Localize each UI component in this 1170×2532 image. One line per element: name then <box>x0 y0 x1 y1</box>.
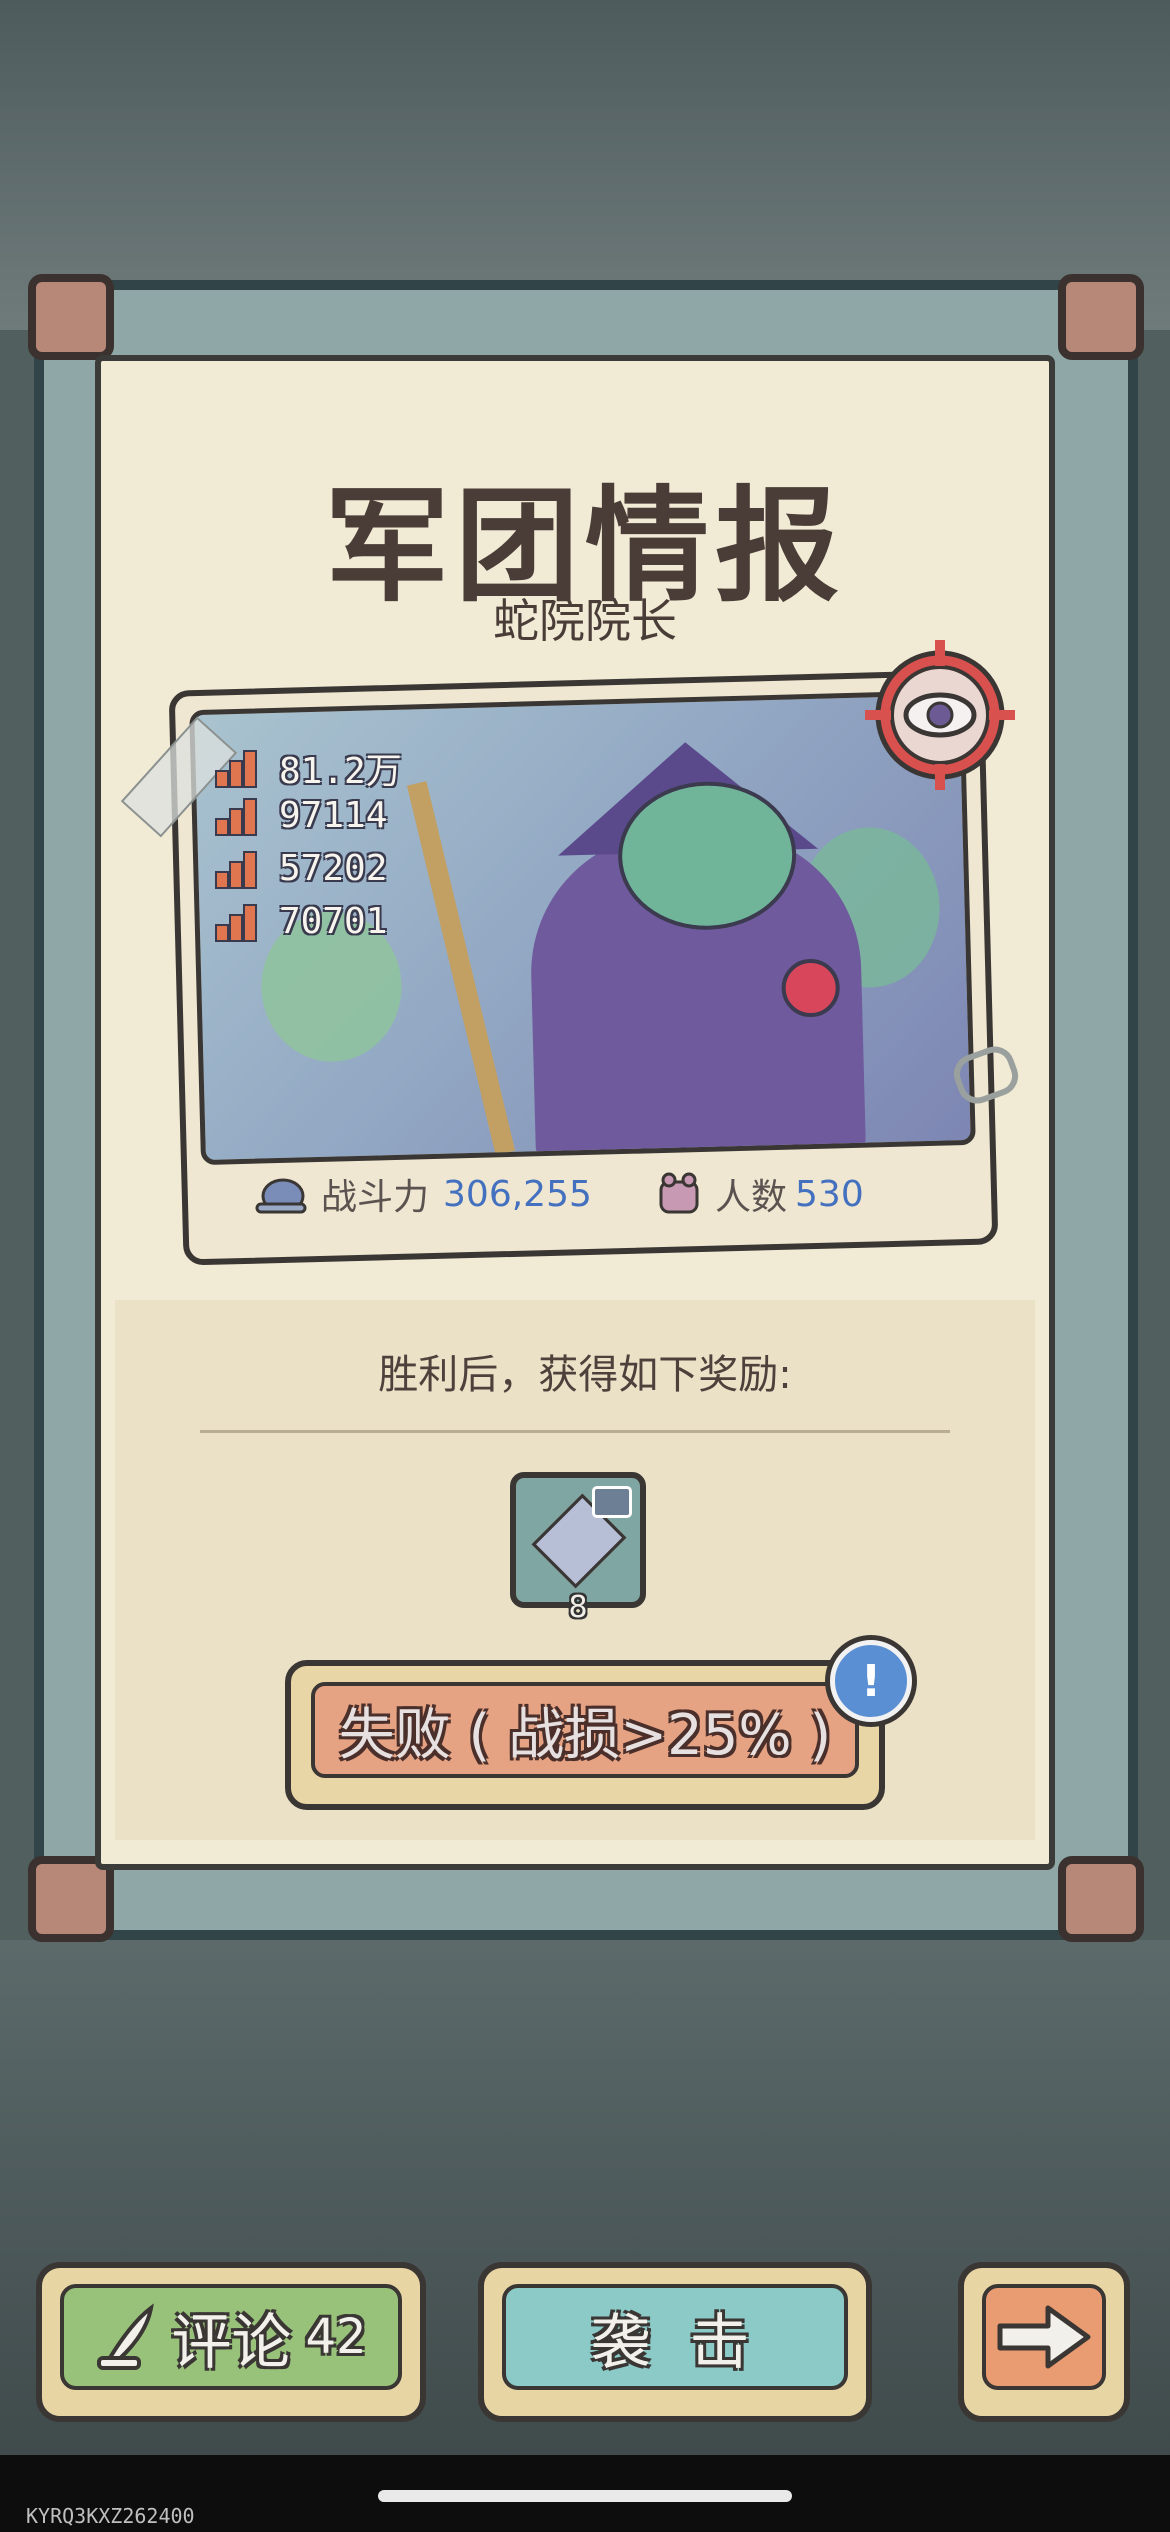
combat-power-value: 306,255 <box>443 1173 592 1215</box>
attack-button[interactable]: 袭 击 <box>478 2262 872 2422</box>
stat-value: 97114 <box>279 795 388 836</box>
arrow-right-icon <box>997 2305 1091 2369</box>
snail-power-icon <box>255 1178 307 1214</box>
home-indicator[interactable] <box>378 2490 792 2502</box>
gem-stat-icon <box>215 849 265 889</box>
next-button-face <box>982 2284 1106 2390</box>
attack-label: 袭 击 <box>502 2284 848 2390</box>
stat-row-4: 70701 <box>215 901 387 942</box>
device-code: KYRQ3KXZ262400 <box>26 2504 195 2528</box>
comment-button-face: 评论 42 <box>60 2284 402 2390</box>
reward-item-slot[interactable] <box>510 1472 646 1608</box>
battle-status-label: 失败 ( 战损>25% ) <box>311 1682 859 1778</box>
member-count-row: 人数 530 <box>655 1168 864 1220</box>
leaf-stat-icon <box>215 902 265 942</box>
stat-row-2: 97114 <box>215 795 387 836</box>
panel-corner-top-left <box>28 274 114 360</box>
panel-corner-top-right <box>1058 274 1144 360</box>
reward-divider <box>200 1430 950 1433</box>
staff-illustration <box>406 781 516 1156</box>
scout-eye-icon[interactable] <box>865 640 1015 790</box>
stat-value: 57202 <box>279 848 388 889</box>
stat-value: 70701 <box>279 901 388 942</box>
combat-power-row: 战斗力 306,255 <box>253 1168 592 1220</box>
ore-stat-icon <box>215 796 265 836</box>
comment-count: 42 <box>305 2309 367 2365</box>
comment-label: 评论 <box>171 2307 292 2378</box>
member-count-value: 530 <box>795 1173 864 1215</box>
member-count-label: 人数 <box>715 1177 788 1218</box>
info-badge-icon[interactable]: ! <box>830 1640 912 1722</box>
stat-value: 81.2万 <box>279 751 402 792</box>
next-button[interactable] <box>958 2262 1130 2422</box>
reward-description: 胜利后，获得如下奖励: <box>378 1352 792 1398</box>
battle-status-button[interactable]: 失败 ( 战损>25% ) <box>285 1660 885 1810</box>
stat-row-3: 57202 <box>215 848 387 889</box>
combat-power-label: 战斗力 <box>321 1177 430 1218</box>
crystal-stat-icon <box>215 748 265 788</box>
panel-corner-bottom-right <box>1058 1856 1144 1942</box>
members-icon <box>659 1172 699 1214</box>
item-tier-badge <box>592 1486 632 1518</box>
comment-button[interactable]: 评论 42 <box>36 2262 426 2422</box>
reward-count: 8 <box>568 1590 588 1625</box>
quill-icon <box>97 2303 155 2370</box>
stat-row-1: 81.2万 <box>215 742 402 794</box>
